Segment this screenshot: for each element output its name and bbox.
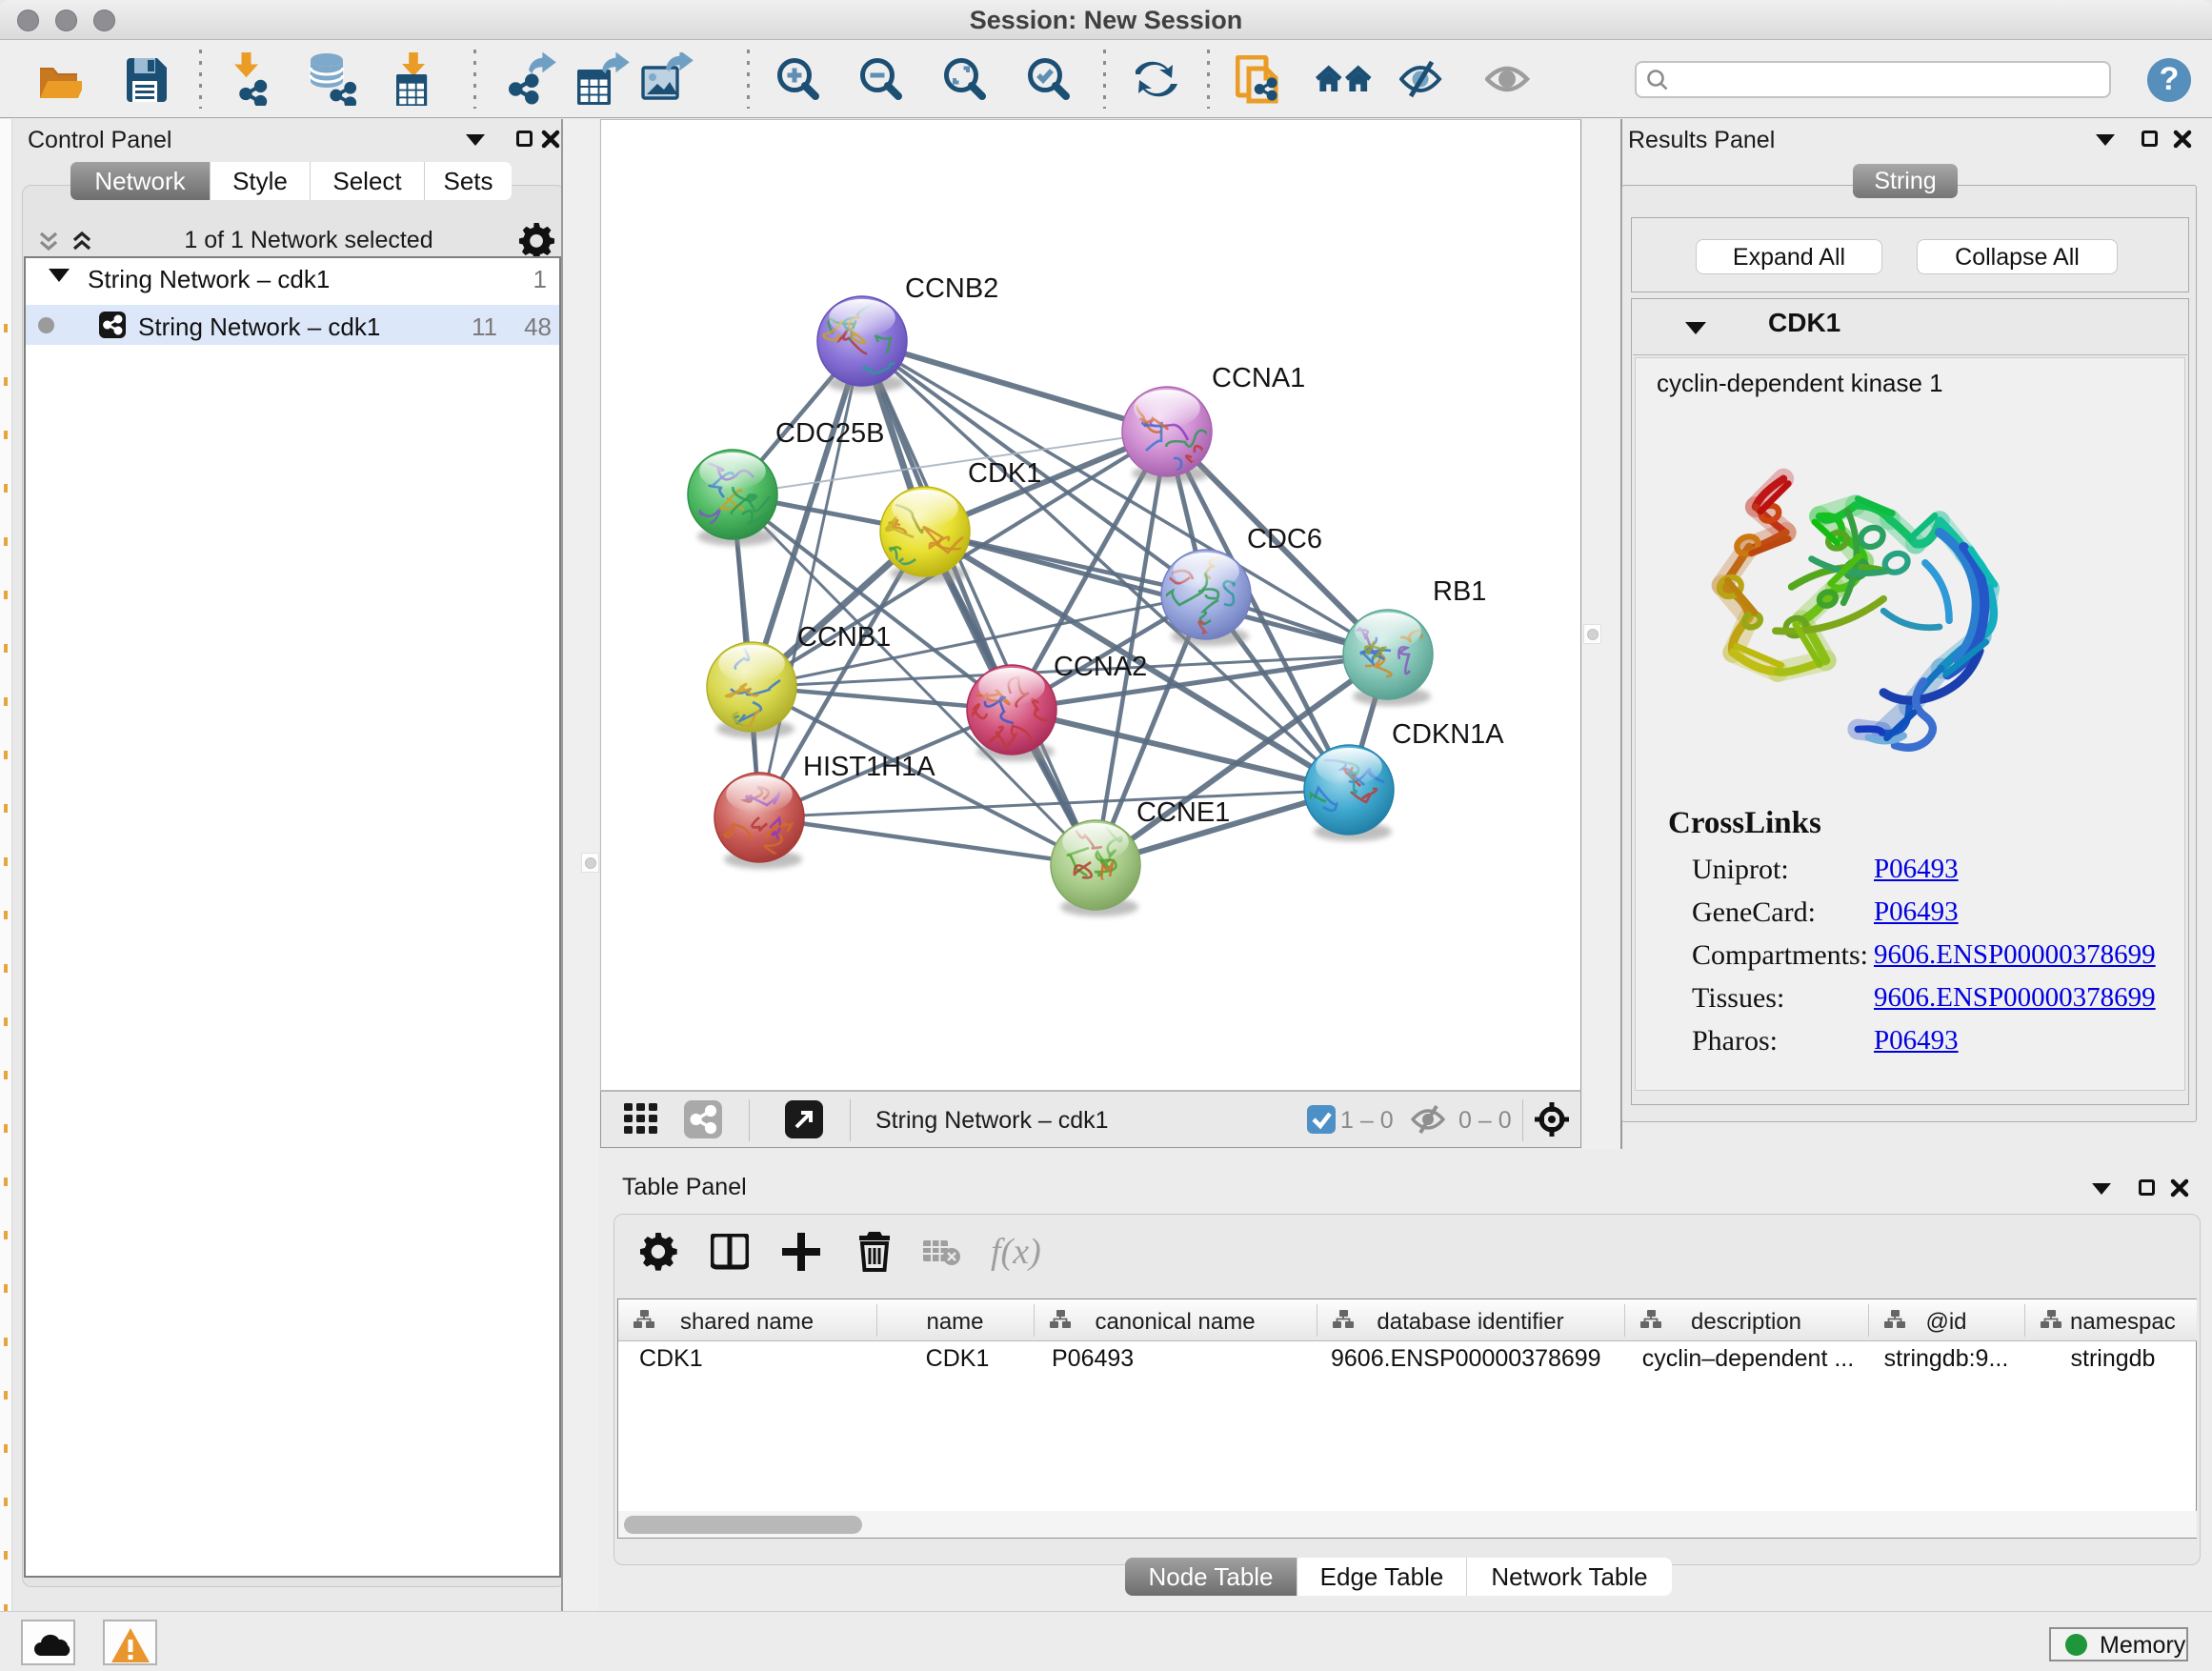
svg-text:CDK1: CDK1 (968, 458, 1041, 489)
svg-text:RB1: RB1 (1433, 576, 1486, 607)
svg-text:CDC6: CDC6 (1247, 524, 1322, 554)
svg-text:CCNA2: CCNA2 (1054, 652, 1147, 682)
svg-text:CCNE1: CCNE1 (1136, 797, 1230, 828)
svg-text:CDKN1A: CDKN1A (1392, 719, 1504, 750)
svg-text:HIST1H1A: HIST1H1A (803, 752, 935, 782)
svg-text:CCNA1: CCNA1 (1212, 363, 1305, 393)
svg-text:CCNB1: CCNB1 (797, 622, 891, 653)
svg-text:CDC25B: CDC25B (775, 418, 884, 449)
svg-text:CCNB2: CCNB2 (905, 273, 998, 304)
